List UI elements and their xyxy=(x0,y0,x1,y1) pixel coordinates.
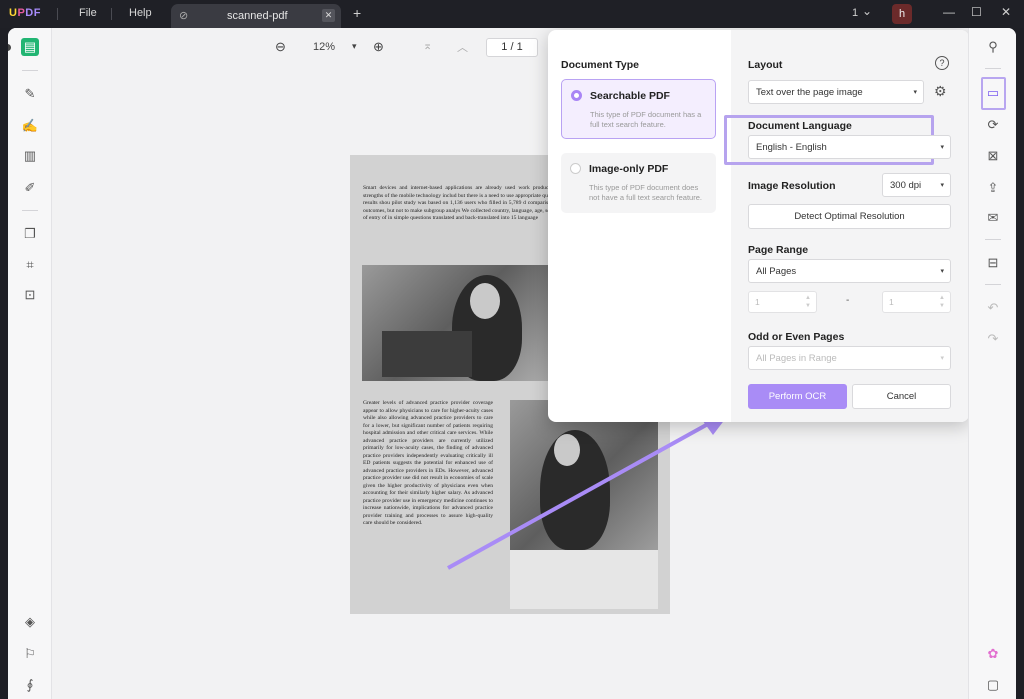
close-window-icon[interactable]: ✕ xyxy=(1001,5,1011,19)
convert-icon[interactable]: ⟳ xyxy=(984,116,1002,134)
layout-label: Layout xyxy=(748,59,783,71)
chevron-down-icon: ▾ xyxy=(940,268,944,275)
menu-help[interactable]: Help xyxy=(129,7,152,19)
maximize-icon[interactable]: ☐ xyxy=(971,5,982,19)
share-icon[interactable]: ⇪ xyxy=(984,179,1002,197)
range-from-stepper[interactable]: 1 ▲▼ xyxy=(748,291,817,313)
stepper-value: 1 xyxy=(755,297,760,307)
detect-resolution-button[interactable]: Detect Optimal Resolution xyxy=(748,204,951,229)
divider xyxy=(985,68,1001,69)
stepper-value: 1 xyxy=(889,297,894,307)
radio-unselected[interactable] xyxy=(570,163,581,174)
tab-title: scanned-pdf xyxy=(227,10,288,22)
document-language-label: Document Language xyxy=(748,120,852,132)
ocr-settings-panel: Layout ? Text over the page image ▾ ⚙ Do… xyxy=(724,30,969,422)
select-value: All Pages in Range xyxy=(756,353,837,364)
divider xyxy=(57,8,58,20)
close-tab-icon[interactable]: ✕ xyxy=(322,9,335,22)
option-description: This type of PDF document has a full tex… xyxy=(590,110,702,129)
redo-icon[interactable]: ↷ xyxy=(984,330,1002,348)
right-sidebar: ⚲ ▭ ⟳ ⊠ ⇪ ✉ ⊟ ↶ ↷ ✿ ▢ xyxy=(968,28,1016,699)
minimize-icon[interactable]: — xyxy=(943,5,955,19)
image-only-pdf-option[interactable]: Image-only PDF This type of PDF document… xyxy=(561,153,716,213)
ocr-dialog: Document Type Searchable PDF This type o… xyxy=(548,30,969,422)
perform-ocr-button[interactable]: Perform OCR xyxy=(748,384,847,409)
save-icon[interactable]: ⊟ xyxy=(984,254,1002,272)
gear-icon[interactable]: ⚙ xyxy=(934,83,947,100)
stepper-arrows-icon[interactable]: ▲▼ xyxy=(939,294,945,310)
avatar[interactable]: h xyxy=(892,4,912,24)
page-range-select[interactable]: All Pages ▾ xyxy=(748,259,951,283)
select-value: 300 dpi xyxy=(890,180,922,191)
select-value: English - English xyxy=(756,142,827,153)
chevron-down-icon: ▾ xyxy=(940,355,944,362)
window-count[interactable]: 1 xyxy=(852,7,858,19)
radio-selected[interactable] xyxy=(571,90,582,101)
resolution-select[interactable]: 300 dpi ▾ xyxy=(882,173,951,197)
page-range-label: Page Range xyxy=(748,244,809,256)
divider xyxy=(985,239,1001,240)
image-resolution-label: Image Resolution xyxy=(748,180,836,192)
language-select[interactable]: English - English ▾ xyxy=(748,135,951,159)
select-value: All Pages xyxy=(756,266,797,277)
undo-icon[interactable]: ↶ xyxy=(984,299,1002,317)
divider xyxy=(111,8,112,20)
odd-even-label: Odd or Even Pages xyxy=(748,331,845,343)
divider xyxy=(985,284,1001,285)
link-icon: ⊘ xyxy=(179,10,189,22)
searchable-pdf-option[interactable]: Searchable PDF This type of PDF document… xyxy=(561,79,716,139)
updf-logo: UPDF xyxy=(9,7,41,19)
chevron-down-icon: ▾ xyxy=(913,89,917,96)
comment-icon[interactable]: ▢ xyxy=(984,676,1002,694)
ocr-icon[interactable]: ▭ xyxy=(984,84,1002,102)
range-dash: - xyxy=(846,295,850,306)
ai-assistant-icon[interactable]: ✿ xyxy=(984,645,1002,663)
document-type-title: Document Type xyxy=(561,59,639,71)
range-to-stepper[interactable]: 1 ▲▼ xyxy=(882,291,951,313)
mail-icon[interactable]: ✉ xyxy=(984,209,1002,227)
title-bar: UPDF File Help ⊘ scanned-pdf ✕ + 1 ⌄ h —… xyxy=(0,0,1024,28)
option-title: Searchable PDF xyxy=(590,90,670,102)
chevron-down-icon: ▾ xyxy=(940,182,944,189)
help-icon[interactable]: ? xyxy=(935,56,949,70)
option-title: Image-only PDF xyxy=(589,163,669,175)
search-icon[interactable]: ⚲ xyxy=(984,38,1002,56)
layout-select[interactable]: Text over the page image ▾ xyxy=(748,80,924,104)
stepper-arrows-icon[interactable]: ▲▼ xyxy=(805,294,811,310)
option-description: This type of PDF document does not have … xyxy=(589,183,702,202)
menu-file[interactable]: File xyxy=(79,7,97,19)
odd-even-select[interactable]: All Pages in Range ▾ xyxy=(748,346,951,370)
document-type-panel: Document Type Searchable PDF This type o… xyxy=(548,30,731,422)
new-tab-button[interactable]: + xyxy=(353,5,361,21)
protect-pdf-icon[interactable]: ⊠ xyxy=(984,147,1002,165)
cancel-button[interactable]: Cancel xyxy=(852,384,951,409)
document-tab[interactable]: ⊘ scanned-pdf ✕ xyxy=(171,4,341,28)
chevron-down-icon[interactable]: ⌄ xyxy=(862,4,872,18)
app-window: ▤ ✎ ✍ ▥ ✐ ❐ ⌗ ⊡ ◈ ⚐ ∮ ⊖ 12% ▾ ⊕ ⌅ ︿ 1 / … xyxy=(8,28,1016,699)
chevron-down-icon: ▾ xyxy=(940,144,944,151)
select-value: Text over the page image xyxy=(756,87,863,98)
